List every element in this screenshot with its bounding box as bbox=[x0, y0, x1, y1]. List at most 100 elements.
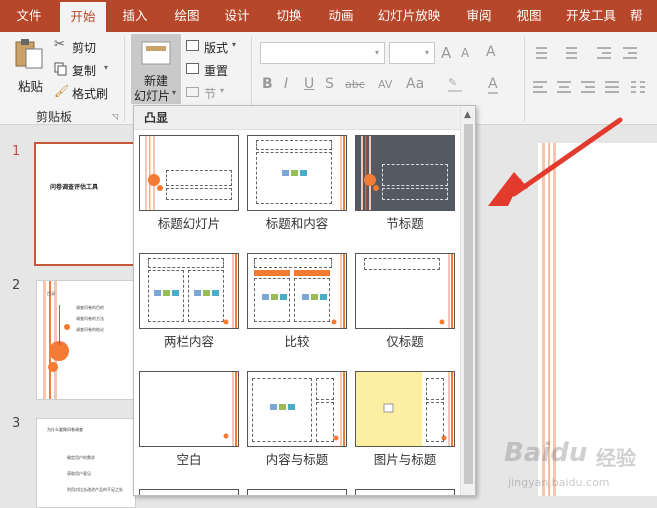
tab-help[interactable]: 帮 bbox=[630, 0, 657, 32]
format-painter-button[interactable]: 🖌 格式刷 bbox=[52, 84, 114, 102]
tab-slideshow[interactable]: 幻灯片放映 bbox=[368, 0, 450, 32]
tab-developer[interactable]: 开发工具 bbox=[558, 0, 624, 32]
theme-header: 凸显 bbox=[134, 106, 460, 130]
tab-home[interactable]: 开始 bbox=[60, 2, 106, 32]
copy-button[interactable]: 复制 ▾ bbox=[52, 61, 114, 79]
new-slide-button[interactable]: 新建 幻灯片 ▾ bbox=[131, 34, 181, 104]
scrollbar-thumb[interactable] bbox=[464, 124, 473, 484]
chevron-down-icon: ▾ bbox=[172, 88, 177, 97]
font-color-icon[interactable]: A bbox=[488, 76, 498, 94]
layout-title-slide[interactable]: 标题幻灯片 bbox=[139, 135, 239, 235]
layout-label: 版式 bbox=[204, 41, 229, 55]
slide-2-item: 调查问卷的目的 bbox=[76, 305, 104, 310]
bullets-icon[interactable] bbox=[532, 46, 548, 60]
slide-thumbnail-3[interactable]: 为什么要做问卷调查 确定用户的需求 获取用户意见 利用对比去改进产品的不足之处 bbox=[36, 418, 136, 508]
content-caption-layout-icon bbox=[247, 371, 347, 447]
align-center-icon[interactable] bbox=[556, 80, 572, 94]
shrink-font-icon[interactable]: A bbox=[461, 46, 469, 60]
layout-section-header[interactable]: 节标题 bbox=[355, 135, 455, 235]
layout-name: 内容与标题 bbox=[265, 452, 329, 467]
columns-icon[interactable] bbox=[630, 80, 646, 94]
chevron-down-icon: ▾ bbox=[104, 63, 109, 72]
layout-name: 标题和内容 bbox=[265, 216, 329, 231]
ribbon-separator bbox=[124, 36, 125, 122]
cut-button[interactable]: ✂ 剪切 bbox=[52, 37, 110, 56]
tab-file[interactable]: 文件 bbox=[4, 0, 54, 32]
title-only-layout-icon bbox=[355, 253, 455, 329]
clipboard-icon bbox=[15, 39, 43, 69]
title-slide-layout-icon bbox=[139, 135, 239, 211]
dropdown-scrollbar[interactable]: ▲ bbox=[460, 106, 475, 495]
scissors-icon: ✂ bbox=[54, 37, 65, 52]
italic-icon[interactable]: I bbox=[284, 76, 288, 92]
chevron-down-icon: ▾ bbox=[375, 48, 380, 57]
tab-transitions[interactable]: 切换 bbox=[266, 0, 312, 32]
layout-content-caption[interactable]: 内容与标题 bbox=[247, 371, 347, 471]
layout-gallery-dropdown: 凸显 标题幻灯片 标题和内容 节标题 两栏内容 比较 仅标题 空白 内容与标题 … bbox=[133, 105, 476, 496]
cut-label: 剪切 bbox=[72, 41, 97, 55]
layout-title-content[interactable]: 标题和内容 bbox=[247, 135, 347, 235]
slide-thumbnail-1[interactable]: 问卷调查评估工具 bbox=[34, 142, 136, 266]
layout-two-content[interactable]: 两栏内容 bbox=[139, 253, 239, 353]
tab-draw[interactable]: 绘图 bbox=[164, 0, 210, 32]
layout-partial[interactable] bbox=[139, 489, 239, 495]
layout-comparison[interactable]: 比较 bbox=[247, 253, 347, 353]
bold-icon[interactable]: B bbox=[262, 76, 273, 92]
scroll-up-icon[interactable]: ▲ bbox=[464, 110, 471, 120]
layout-button[interactable]: 版式 ▾ bbox=[186, 38, 246, 56]
slide-3-title: 为什么要做问卷调查 bbox=[47, 427, 83, 432]
slide-2-item: 调查问卷的方法 bbox=[76, 316, 104, 321]
section-button[interactable]: 节 ▾ bbox=[186, 84, 236, 102]
char-spacing-icon[interactable]: AV bbox=[378, 78, 392, 91]
tab-insert[interactable]: 插入 bbox=[112, 0, 158, 32]
layout-blank[interactable]: 空白 bbox=[139, 371, 239, 471]
slide-thumbnail-2[interactable]: 目录 调查问卷的目的 调查问卷的方法 调查问卷的结论 bbox=[36, 280, 136, 400]
align-right-icon[interactable] bbox=[580, 80, 596, 94]
reset-icon bbox=[186, 63, 199, 74]
chevron-down-icon: ▾ bbox=[425, 48, 430, 57]
tab-review[interactable]: 审阅 bbox=[456, 0, 502, 32]
align-left-icon[interactable] bbox=[532, 80, 548, 94]
two-content-layout-icon bbox=[139, 253, 239, 329]
paste-button[interactable]: 粘贴 bbox=[8, 38, 48, 94]
slide-2-list: 调查问卷的目的 调查问卷的方法 调查问卷的结论 bbox=[59, 305, 135, 345]
layout-name: 仅标题 bbox=[386, 334, 424, 349]
tab-design[interactable]: 设计 bbox=[214, 0, 260, 32]
highlighter-icon[interactable]: ✎ bbox=[448, 76, 462, 92]
underline-icon[interactable]: U bbox=[304, 76, 314, 92]
clear-format-icon[interactable]: A bbox=[486, 44, 496, 60]
tab-animations[interactable]: 动画 bbox=[318, 0, 364, 32]
layout-partial[interactable] bbox=[247, 489, 347, 495]
dialog-launcher-icon[interactable]: ◹ bbox=[112, 112, 118, 121]
ribbon-tab-bar: 文件 开始 插入 绘图 设计 切换 动画 幻灯片放映 审阅 视图 开发工具 帮 bbox=[0, 0, 657, 32]
watermark: Baidu 经验 jingyan.baidu.com bbox=[500, 436, 657, 496]
decrease-indent-icon[interactable] bbox=[596, 46, 612, 60]
new-slide-label-2: 幻灯片 bbox=[134, 89, 171, 103]
slide-3-item: 利用对比去改进产品的不足之处 bbox=[67, 487, 123, 492]
layout-name: 空白 bbox=[176, 452, 202, 467]
comparison-layout-icon bbox=[247, 253, 347, 329]
chevron-down-icon: ▾ bbox=[220, 86, 225, 95]
watermark-url: jingyan.baidu.com bbox=[508, 476, 610, 489]
layout-picture-caption[interactable]: 图片与标题 bbox=[355, 371, 455, 471]
increase-indent-icon[interactable] bbox=[622, 46, 638, 60]
change-case-icon[interactable]: Aa bbox=[406, 76, 424, 92]
strikethrough-icon[interactable]: abc bbox=[345, 78, 365, 91]
reset-button[interactable]: 重置 bbox=[186, 61, 242, 79]
justify-icon[interactable] bbox=[604, 80, 620, 94]
format-painter-label: 格式刷 bbox=[72, 87, 109, 101]
layout-partial[interactable] bbox=[355, 489, 455, 495]
picture-caption-layout-icon bbox=[355, 371, 455, 447]
layout-name: 节标题 bbox=[386, 216, 424, 231]
watermark-cn: 经验 bbox=[596, 446, 636, 470]
layout-name: 比较 bbox=[284, 334, 310, 349]
layout-name: 图片与标题 bbox=[373, 452, 437, 467]
layout-title-only[interactable]: 仅标题 bbox=[355, 253, 455, 353]
tab-view[interactable]: 视图 bbox=[506, 0, 552, 32]
slide-3-item: 确定用户的需求 bbox=[67, 455, 95, 460]
shadow-icon[interactable]: S bbox=[325, 76, 334, 92]
grow-font-icon[interactable]: A bbox=[441, 44, 451, 62]
section-label: 节 bbox=[204, 87, 217, 101]
font-family-field[interactable] bbox=[260, 42, 385, 64]
numbering-icon[interactable] bbox=[562, 46, 578, 60]
